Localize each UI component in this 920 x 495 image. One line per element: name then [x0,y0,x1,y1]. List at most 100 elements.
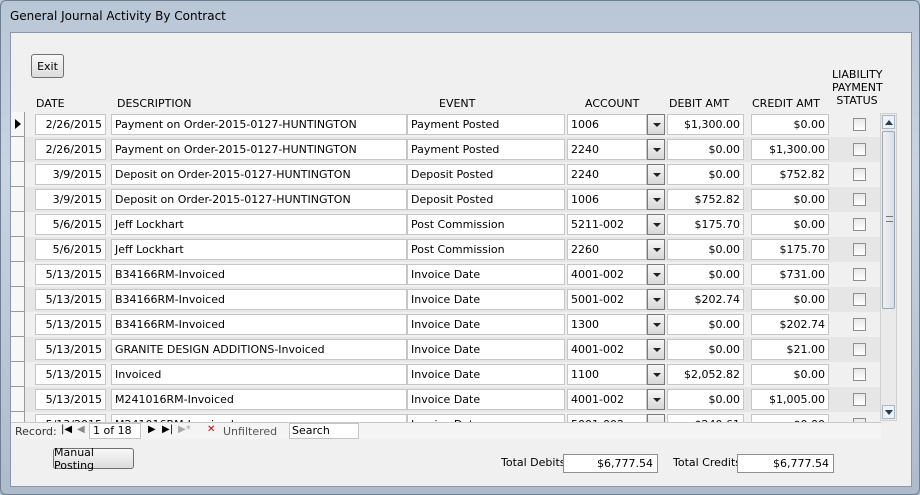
credit-cell[interactable]: $1,005.00 [751,389,829,410]
record-selector[interactable] [11,262,25,287]
record-selector[interactable] [11,187,25,212]
description-cell[interactable]: M241016RM-Invoiced [111,389,407,410]
table-row[interactable]: 2/26/2015 Payment on Order-2015-0127-HUNT… [11,112,881,137]
debit-cell[interactable]: $0.00 [667,164,744,185]
liability-status-checkbox[interactable] [853,118,866,131]
liability-status-checkbox[interactable] [853,293,866,306]
date-cell[interactable]: 3/9/2015 [35,164,106,185]
record-selector[interactable] [11,137,25,162]
liability-status-checkbox[interactable] [853,318,866,331]
exit-button[interactable]: Exit [31,54,64,78]
table-row[interactable]: 5/6/2015 Jeff Lockhart Post Commission 2260… [11,237,881,262]
account-cell[interactable]: 4001-002 [567,389,647,410]
table-row[interactable]: 5/13/2015 Invoiced Invoice Date 1100 $2,052.… [11,362,881,387]
account-cell[interactable]: 1300 [567,314,647,335]
description-cell[interactable]: B34166RM-Invoiced [111,289,407,310]
debit-cell[interactable]: $2,052.82 [667,364,744,385]
debit-cell[interactable]: $0.00 [667,264,744,285]
account-dropdown-icon[interactable] [647,214,665,235]
date-cell[interactable]: 2/26/2015 [35,114,106,135]
account-cell[interactable]: 1006 [567,114,647,135]
date-cell[interactable]: 5/6/2015 [35,214,106,235]
event-cell[interactable]: Invoice Date [407,339,565,360]
event-cell[interactable]: Invoice Date [407,264,565,285]
date-cell[interactable]: 5/13/2015 [35,339,106,360]
account-cell[interactable]: 1100 [567,364,647,385]
account-dropdown-icon[interactable] [647,189,665,210]
next-record-icon[interactable]: ▶ [148,424,156,435]
account-dropdown-icon[interactable] [647,314,665,335]
credit-cell[interactable]: $0.00 [751,289,829,310]
debit-cell[interactable]: $752.82 [667,189,744,210]
date-cell[interactable]: 5/13/2015 [35,364,106,385]
event-cell[interactable]: Deposit Posted [407,164,565,185]
credit-cell[interactable]: $752.82 [751,164,829,185]
search-input[interactable]: Search [289,423,359,439]
scroll-thumb[interactable] [882,131,895,309]
credit-cell[interactable]: $0.00 [751,214,829,235]
table-row[interactable]: 3/9/2015 Deposit on Order-2015-0127-HUNTI… [11,187,881,212]
description-cell[interactable]: Deposit on Order-2015-0127-HUNTINGTON [111,189,407,210]
table-row[interactable]: 5/13/2015 M241016RM-Invoiced Invoice Date 4… [11,387,881,412]
event-cell[interactable]: Deposit Posted [407,189,565,210]
record-selector[interactable] [11,162,25,187]
vertical-scrollbar[interactable] [880,113,897,421]
table-row[interactable]: 5/13/2015 B34166RM-Invoiced Invoice Date 40… [11,262,881,287]
current-record-field[interactable]: 1 of 18 [89,423,141,439]
record-selector[interactable] [11,237,25,262]
description-cell[interactable]: Deposit on Order-2015-0127-HUNTINGTON [111,164,407,185]
date-cell[interactable]: 5/13/2015 [35,289,106,310]
table-row[interactable]: 2/26/2015 Payment on Order-2015-0127-HUNT… [11,137,881,162]
account-cell[interactable]: 5001-002 [567,289,647,310]
manual-posting-button[interactable]: Manual Posting [53,446,134,472]
record-selector[interactable] [11,212,25,237]
date-cell[interactable]: 3/9/2015 [35,189,106,210]
credit-cell[interactable]: $0.00 [751,364,829,385]
liability-status-checkbox[interactable] [853,343,866,356]
date-cell[interactable]: 5/6/2015 [35,239,106,260]
event-cell[interactable]: Invoice Date [407,389,565,410]
table-row[interactable]: 5/13/2015 GRANITE DESIGN ADDITIONS-Invoic… [11,337,881,362]
account-dropdown-icon[interactable] [647,364,665,385]
account-cell[interactable]: 1006 [567,189,647,210]
first-record-icon[interactable]: |◀ [61,424,72,435]
event-cell[interactable]: Post Commission [407,239,565,260]
description-cell[interactable]: GRANITE DESIGN ADDITIONS-Invoiced [111,339,407,360]
date-cell[interactable]: 5/13/2015 [35,314,106,335]
credit-cell[interactable]: $202.74 [751,314,829,335]
description-cell[interactable]: B34166RM-Invoiced [111,264,407,285]
date-cell[interactable]: 5/13/2015 [35,264,106,285]
record-selector[interactable] [11,337,25,362]
account-dropdown-icon[interactable] [647,289,665,310]
account-cell[interactable]: 2240 [567,139,647,160]
event-cell[interactable]: Invoice Date [407,314,565,335]
account-cell[interactable]: 2240 [567,164,647,185]
debit-cell[interactable]: $0.00 [667,139,744,160]
liability-status-checkbox[interactable] [853,218,866,231]
event-cell[interactable]: Invoice Date [407,364,565,385]
record-selector[interactable] [11,287,25,312]
debit-cell[interactable]: $0.00 [667,314,744,335]
account-dropdown-icon[interactable] [647,239,665,260]
description-cell[interactable]: B34166RM-Invoiced [111,314,407,335]
credit-cell[interactable]: $0.00 [751,189,829,210]
new-record-icon[interactable]: ▶* [178,424,191,435]
liability-status-checkbox[interactable] [853,193,866,206]
debit-cell[interactable]: $202.74 [667,289,744,310]
description-cell[interactable]: Jeff Lockhart [111,239,407,260]
account-dropdown-icon[interactable] [647,164,665,185]
filter-status[interactable]: Unfiltered [223,425,277,438]
credit-cell[interactable]: $175.70 [751,239,829,260]
event-cell[interactable]: Invoice Date [407,289,565,310]
liability-status-checkbox[interactable] [853,143,866,156]
record-selector[interactable] [11,362,25,387]
credit-cell[interactable]: $21.00 [751,339,829,360]
liability-status-checkbox[interactable] [853,393,866,406]
account-dropdown-icon[interactable] [647,139,665,160]
account-cell[interactable]: 4001-002 [567,264,647,285]
account-dropdown-icon[interactable] [647,339,665,360]
date-cell[interactable]: 2/26/2015 [35,139,106,160]
description-cell[interactable]: Payment on Order-2015-0127-HUNTINGTON [111,139,407,160]
account-cell[interactable]: 4001-002 [567,339,647,360]
debit-cell[interactable]: $1,300.00 [667,114,744,135]
